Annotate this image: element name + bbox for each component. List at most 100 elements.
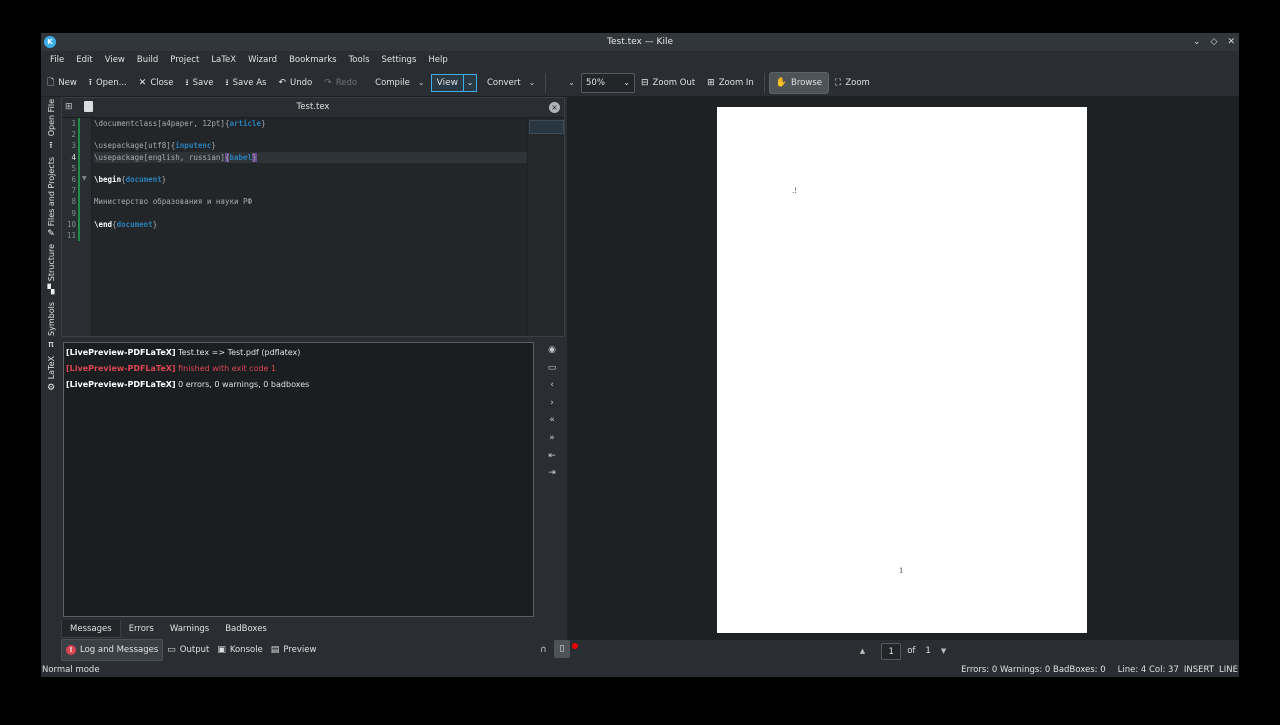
open-upload-icon: ⭱	[88, 77, 92, 88]
konsole-label: Konsole	[229, 645, 263, 655]
close-window-icon[interactable]: ✕	[1227, 37, 1235, 47]
headphones-icon[interactable]: ∩	[540, 645, 547, 655]
chevron-down-icon[interactable]: ⌄	[464, 78, 476, 87]
konsole-button[interactable]: ▣ Konsole	[213, 639, 266, 661]
line-number: 11	[66, 230, 76, 240]
menu-bookmarks[interactable]: Bookmarks	[283, 55, 343, 65]
log-line-prefix: [LivePreview-PDFLaTeX]	[66, 348, 176, 357]
sidebar-tab-label: LaTeX	[46, 356, 56, 380]
pdf-viewer[interactable]: .! 1	[567, 97, 1239, 640]
next-badbox-icon[interactable]: ⇥	[545, 468, 559, 486]
cursor-position[interactable]: Line: 4 Col: 37	[1118, 665, 1179, 675]
menu-project[interactable]: Project	[164, 55, 205, 65]
log-messages[interactable]: [LivePreview-PDFLaTeX] Test.tex => Test.…	[63, 342, 534, 617]
compile-button[interactable]: Compile ⌄	[369, 72, 430, 94]
log-line-text: 0 errors, 0 warnings, 0 badboxes	[175, 380, 310, 389]
convert-button[interactable]: Convert ⌄	[481, 72, 541, 94]
redo-button[interactable]: ↷ Redo	[318, 72, 363, 94]
tab-badboxes[interactable]: BadBoxes	[217, 620, 275, 638]
view-button[interactable]: View ⌄	[430, 73, 477, 92]
line-number: 2	[71, 130, 76, 140]
maximize-icon[interactable]: ◇	[1211, 37, 1218, 47]
menu-settings[interactable]: Settings	[376, 55, 423, 65]
tab-messages[interactable]: Messages	[61, 620, 121, 638]
zoom-select[interactable]: 50% ⌄	[581, 72, 635, 93]
zoom-tool-button[interactable]: ⛶ Zoom	[829, 72, 876, 94]
previous-badbox-icon[interactable]: ⇤	[545, 451, 559, 469]
close-tab-icon[interactable]: ×	[549, 102, 560, 113]
total-pages: 1	[925, 646, 931, 656]
menu-edit[interactable]: Edit	[70, 55, 98, 65]
code-minimap[interactable]	[527, 118, 564, 336]
redo-label: Redo	[335, 77, 358, 88]
menu-help[interactable]: Help	[422, 55, 453, 65]
open-button[interactable]: ⭱ Open...	[83, 72, 133, 94]
sidebar-tab-structure[interactable]: Structure	[42, 243, 60, 283]
preview-icon: ▤	[270, 645, 280, 655]
previous-page-icon[interactable]: ▲	[860, 647, 865, 655]
viewer-menu-button[interactable]: ⌄	[562, 72, 581, 94]
zoom-out-button[interactable]: ⊟ Zoom Out	[635, 72, 701, 94]
minimap-viewport[interactable]	[529, 120, 564, 134]
log-tool-column: ◉ ▭ ‹ › « » ⇤ ⇥	[545, 345, 559, 486]
line-number: 3	[71, 141, 76, 151]
menu-view[interactable]: View	[99, 55, 131, 65]
close-button[interactable]: ✕ Close	[133, 72, 180, 94]
preview-button[interactable]: ▤ Preview	[267, 639, 321, 661]
tab-errors[interactable]: Errors	[121, 620, 162, 638]
sidebar-tab-open-file[interactable]: Open File	[42, 97, 60, 139]
save-button[interactable]: ⭳ Save	[179, 72, 219, 94]
stop-record-icon[interactable]: ◉	[545, 345, 559, 363]
code-line: \begin{document}	[94, 174, 167, 184]
save-download-icon: ⭳	[185, 77, 189, 88]
terminal-icon: ▣	[217, 645, 226, 655]
log-and-messages-button[interactable]: ! Log and Messages	[61, 639, 164, 661]
sidebar-tab-files-projects[interactable]: Files and Projects	[42, 153, 60, 231]
undo-label: Undo	[290, 77, 313, 88]
new-button[interactable]: 🗋 New	[41, 72, 83, 94]
browse-button[interactable]: ✋ Browse	[768, 71, 829, 94]
sidebar-tab-latex[interactable]: LaTeX	[42, 353, 60, 383]
menu-build[interactable]: Build	[131, 55, 164, 65]
insert-mode[interactable]: INSERT	[1184, 665, 1214, 675]
zoom-in-button[interactable]: ⊞ Zoom In	[701, 72, 760, 94]
save-as-button[interactable]: ⭳ Save As	[220, 72, 273, 94]
next-icon[interactable]: ›	[545, 398, 559, 416]
minimize-icon[interactable]: ⌄	[1193, 37, 1201, 47]
code-editor[interactable]: \documentclass[a4paper, 12pt]{article} \…	[94, 118, 527, 336]
line-number: 9	[71, 208, 76, 218]
tab-warnings[interactable]: Warnings	[162, 620, 217, 638]
kile-window: K Test.tex — Kile ⌄ ◇ ✕ File Edit View B…	[41, 33, 1239, 677]
previous-warning-icon[interactable]: «	[545, 415, 559, 433]
selection-mode[interactable]: LINE	[1219, 665, 1238, 675]
bottom-panel-bar: ! Log and Messages ▭ Output ▣ Konsole ▤ Prev…	[61, 638, 578, 662]
fold-arrow-icon[interactable]: ▼	[82, 175, 87, 182]
pdf-page[interactable]: .! 1	[717, 107, 1087, 633]
save-as-icon: ⭳	[225, 77, 229, 88]
output-button[interactable]: ▭ Output	[163, 639, 213, 661]
new-label: New	[58, 77, 77, 88]
sidebar-tab-symbols[interactable]: Symbols	[42, 300, 60, 338]
zoom-tool-label: Zoom	[845, 77, 870, 88]
chevron-down-icon: ⌄	[623, 78, 630, 87]
comment-icon[interactable]: ▭	[545, 363, 559, 381]
kile-app-icon[interactable]: K	[44, 36, 56, 48]
page-number-input[interactable]: 1	[881, 642, 902, 660]
close-x-icon: ✕	[138, 77, 147, 88]
undo-button[interactable]: ↶ Undo	[272, 72, 318, 94]
menu-file[interactable]: File	[44, 55, 70, 65]
line-numbers: 1 2 3 4 5 6 7 8 9 10 11	[62, 118, 76, 241]
next-page-icon[interactable]: ▼	[941, 647, 946, 655]
undo-icon: ↶	[278, 77, 287, 88]
menu-wizard[interactable]: Wizard	[242, 55, 283, 65]
line-number-gutter: 1 2 3 4 5 6 7 8 9 10 11 ▼	[62, 118, 92, 336]
menu-bar: File Edit View Build Project LaTeX Wizar…	[41, 51, 1239, 69]
code-line: \documentclass[a4paper, 12pt]{article}	[94, 119, 266, 128]
previous-icon[interactable]: ‹	[545, 380, 559, 398]
menu-latex[interactable]: LaTeX	[205, 55, 242, 65]
editor-tab-title[interactable]: Test.tex	[62, 102, 564, 112]
next-warning-icon[interactable]: »	[545, 433, 559, 451]
menu-tools[interactable]: Tools	[343, 55, 376, 65]
sidebar-tab-label: Open File	[46, 99, 56, 137]
